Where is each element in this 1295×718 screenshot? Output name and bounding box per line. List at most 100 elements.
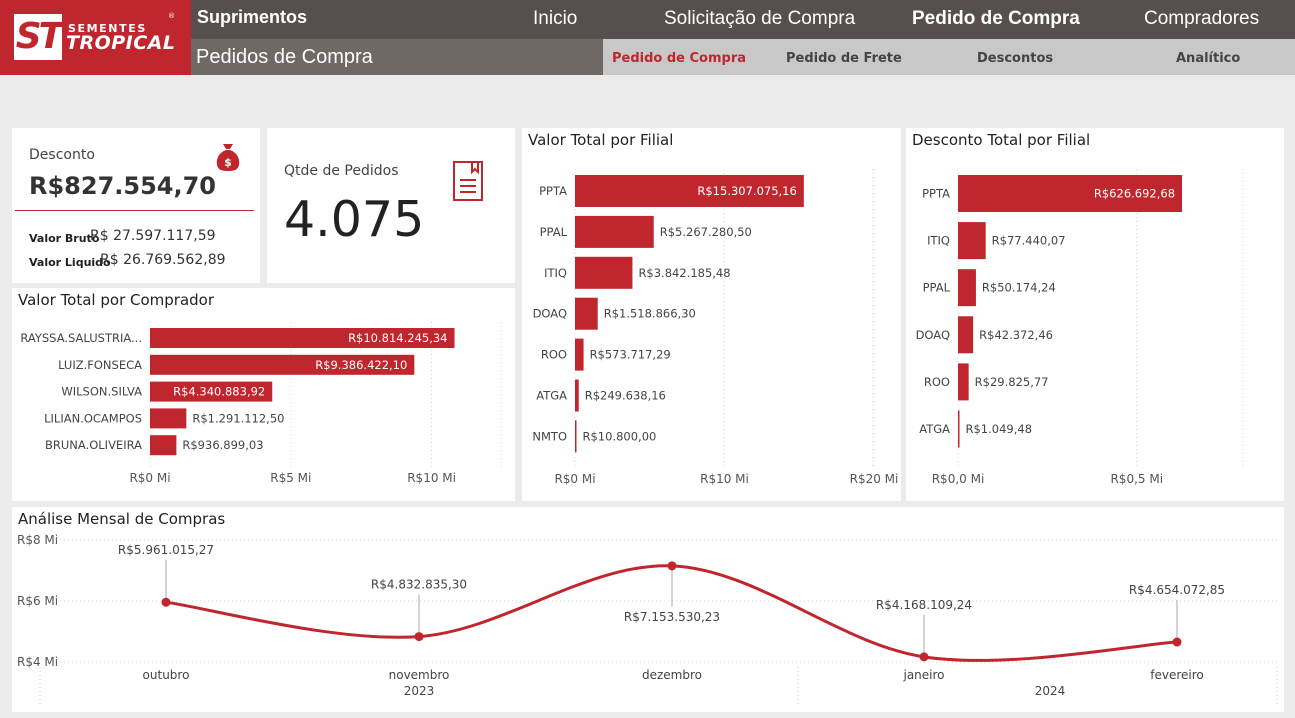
- category-label: ITIQ: [927, 234, 950, 248]
- data-point: [1172, 637, 1182, 647]
- x-tick-label: novembro: [389, 668, 450, 682]
- x-tick-label: R$10 Mi: [407, 471, 456, 485]
- category-label: BRUNA.OLIVEIRA: [45, 438, 142, 452]
- chart-mensal: R$4 Mi R$6 Mi R$8 Mi R$5.961.015,27 outubro R…: [17, 533, 1278, 705]
- valor-bruto-label: Valor Bruto: [29, 232, 100, 245]
- category-label: PPTA: [539, 184, 567, 198]
- data-point: [919, 652, 929, 662]
- data-label: R$1.291.112,50: [192, 411, 284, 425]
- data-label: R$5.267.280,50: [660, 225, 752, 239]
- category-label: ROO: [924, 375, 950, 389]
- data-label: R$7.153.530,23: [624, 610, 720, 624]
- bar: [575, 420, 577, 453]
- tab-analitico[interactable]: Analítico: [1176, 51, 1240, 66]
- bar: [150, 408, 187, 429]
- data-label: R$5.961.015,27: [118, 543, 214, 557]
- tab-descontos[interactable]: Descontos: [977, 51, 1053, 66]
- data-label: R$15.307.075,16: [697, 184, 796, 198]
- data-label: R$77.440,07: [992, 234, 1066, 248]
- chart-card-desconto-filial: Desconto Total por Filial R$0,0 Mi R$0,5 …: [906, 128, 1284, 501]
- nav-pedido-compra[interactable]: Pedido de Compra: [912, 8, 1080, 30]
- data-label: R$10.800,00: [583, 429, 657, 443]
- nav-solicitacao-compra[interactable]: Solicitação de Compra: [664, 8, 855, 30]
- valor-bruto-value: R$ 27.597.117,59: [90, 228, 216, 244]
- bar: [575, 379, 579, 412]
- x-tick-label: R$0 Mi: [554, 472, 595, 486]
- year-label: 2024: [1035, 684, 1066, 698]
- kpi-desconto-card: Desconto R$827.554,70 $ Valor Bruto R$ 2…: [12, 128, 260, 283]
- bar: [575, 297, 598, 330]
- nav-compradores[interactable]: Compradores: [1144, 8, 1259, 30]
- svg-text:$: $: [224, 156, 232, 169]
- x-tick-label: R$0,0 Mi: [932, 472, 985, 486]
- data-point: [414, 632, 424, 642]
- logo-registered: ®: [168, 12, 175, 20]
- data-label: R$1.049,48: [966, 422, 1033, 436]
- category-label: DOAQ: [533, 307, 567, 321]
- year-label: 2023: [404, 684, 435, 698]
- chart-card-filial: Valor Total por Filial R$0 Mi R$10 Mi R$20…: [522, 128, 901, 501]
- bar: [958, 363, 969, 401]
- kpi-desconto-value: R$827.554,70: [29, 172, 217, 200]
- category-label: ATGA: [536, 389, 567, 403]
- y-tick-label: R$4 Mi: [17, 655, 58, 669]
- category-label: NMTO: [532, 429, 567, 443]
- chart-card-comprador: Valor Total por Comprador R$0 Mi R$5 Mi R$…: [12, 288, 515, 501]
- tab-pedido-frete[interactable]: Pedido de Frete: [786, 51, 902, 66]
- category-label: ATGA: [919, 422, 950, 436]
- data-label: R$9.386.422,10: [315, 358, 407, 372]
- nav-inicio[interactable]: Inicio: [533, 8, 577, 30]
- bar: [958, 316, 974, 354]
- data-point: [667, 561, 677, 571]
- divider: [15, 210, 254, 211]
- x-tick-label: R$10 Mi: [700, 472, 749, 486]
- app-title: Suprimentos: [197, 7, 308, 27]
- chart-card-mensal: Análise Mensal de Compras R$4 Mi R$6 Mi R$…: [12, 507, 1284, 712]
- x-tick-label: janeiro: [902, 668, 944, 682]
- category-label: RAYSSA.SALUSTRIA...: [20, 331, 142, 345]
- kpi-pedidos-card: Qtde de Pedidos 4.075: [267, 128, 515, 283]
- x-tick-label: outubro: [143, 668, 190, 682]
- valor-liquido-value: R$ 26.769.562,89: [100, 252, 226, 268]
- data-label: R$573.717,29: [590, 348, 671, 362]
- category-label: WILSON.SILVA: [61, 385, 142, 399]
- data-label: R$3.842.185,48: [638, 266, 730, 280]
- logo-mark: ST: [14, 14, 63, 60]
- data-label: R$29.825,77: [975, 375, 1049, 389]
- x-tick-label: R$20 Mi: [850, 472, 899, 486]
- data-label: R$4.340.883,92: [173, 385, 265, 399]
- category-label: PPTA: [922, 187, 950, 201]
- data-label: R$4.832.835,30: [371, 578, 467, 592]
- category-label: ITIQ: [544, 266, 567, 280]
- bar: [150, 435, 177, 456]
- chart-desconto-filial: R$0,0 Mi R$0,5 Mi PPTA R$626.692,68 ITIQ R$77…: [916, 169, 1244, 486]
- bar: [958, 269, 976, 307]
- data-label: R$42.372,46: [979, 328, 1053, 342]
- data-label: R$50.174,24: [982, 281, 1056, 295]
- tab-pedido-compra[interactable]: Pedido de Compra: [612, 51, 746, 66]
- data-label: R$10.814.245,34: [348, 331, 447, 345]
- x-tick-label: R$0 Mi: [129, 471, 170, 485]
- data-label: R$1.518.866,30: [604, 307, 696, 321]
- category-label: LUIZ.FONSECA: [58, 358, 142, 372]
- x-tick-label: dezembro: [642, 668, 702, 682]
- chart-comprador: R$0 Mi R$5 Mi R$10 Mi RAYSSA.SALUSTRIA... R$…: [20, 322, 502, 485]
- page-title: Pedidos de Compra: [196, 46, 373, 68]
- data-point: [161, 597, 171, 607]
- category-label: PPAL: [923, 281, 951, 295]
- bar: [575, 338, 584, 371]
- chart-filial: R$0 Mi R$10 Mi R$20 Mi PPTA R$15.307.075,16 P…: [532, 169, 899, 486]
- x-tick-label: R$5 Mi: [270, 471, 311, 485]
- data-label: R$4.654.072,85: [1129, 583, 1225, 597]
- valor-liquido-label: Valor Liquido: [29, 256, 111, 269]
- document-icon: [452, 160, 484, 202]
- x-tick-label: fevereiro: [1150, 668, 1204, 682]
- x-tick-label: R$0,5 Mi: [1110, 472, 1163, 486]
- category-label: ROO: [541, 348, 567, 362]
- data-label: R$936.899,03: [182, 438, 263, 452]
- y-tick-label: R$8 Mi: [17, 533, 58, 547]
- data-label: R$249.638,16: [585, 389, 666, 403]
- category-label: PPAL: [540, 225, 568, 239]
- bar: [575, 256, 633, 289]
- kpi-pedidos-value: 4.075: [284, 191, 425, 248]
